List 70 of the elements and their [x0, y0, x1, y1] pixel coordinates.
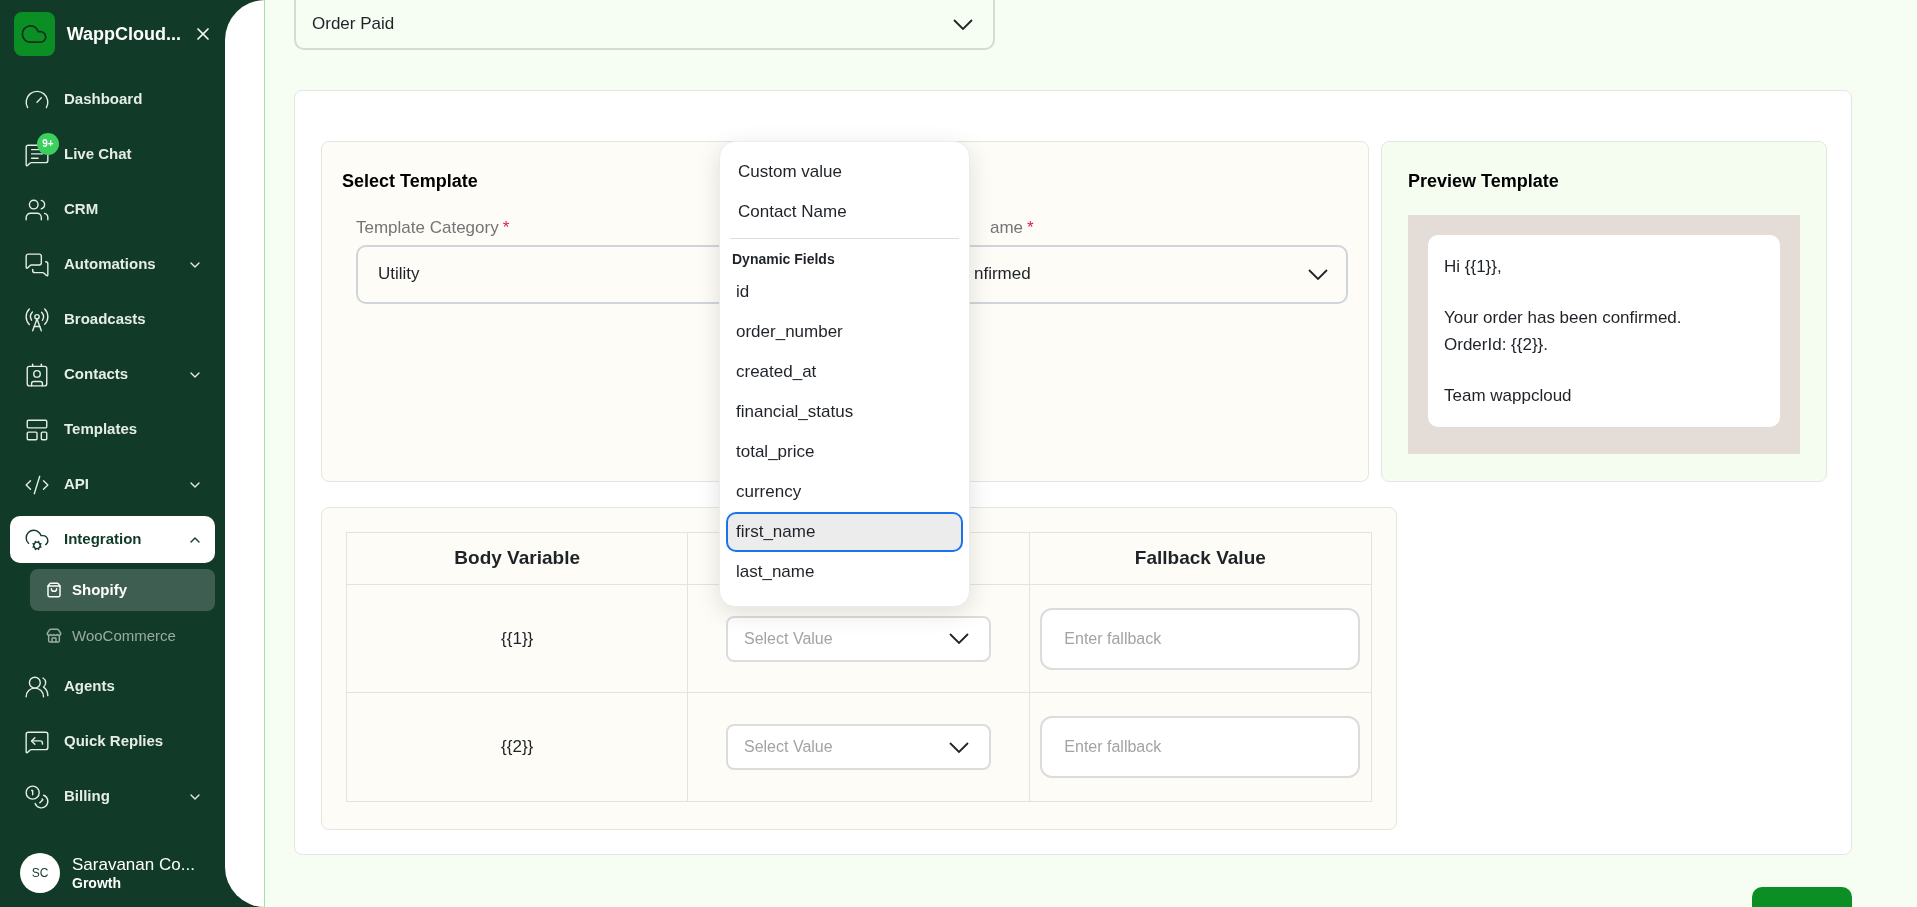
menu-option[interactable]: created_at [726, 352, 963, 392]
user-plan: Growth [72, 874, 122, 893]
panel-title: Preview Template [1408, 170, 1559, 193]
brand-name: WappCloud... [66, 22, 181, 46]
nav-item[interactable]: Integration [10, 516, 215, 563]
message-line: Hi {{1}}, [1444, 256, 1503, 278]
tower-icon [24, 306, 50, 333]
chevron-down-icon [1308, 268, 1328, 280]
trigger-select[interactable]: Order Paid [294, 0, 995, 50]
message-line: Team wappcloud [1444, 385, 1573, 407]
menu-option[interactable]: Custom value [728, 152, 961, 192]
chevron-down-icon [953, 18, 973, 30]
menu-option[interactable]: Contact Name [728, 192, 961, 232]
column-header: Body Variable [347, 533, 689, 585]
nav-label: Integration [64, 529, 142, 550]
coins-icon [24, 783, 50, 810]
message-line: Your order has been confirmed. [1444, 307, 1683, 329]
nav-label: CRM [64, 199, 99, 220]
nav-item[interactable]: Automations [10, 241, 215, 288]
user-name: Saravanan Co... [72, 853, 195, 875]
nav-item[interactable]: Broadcasts [10, 296, 215, 343]
fallback-field[interactable]: Enter fallback [1040, 607, 1361, 670]
nav-label: API [64, 474, 89, 495]
chevron-down-icon [949, 633, 969, 644]
bag-icon [46, 582, 62, 598]
nav-label: Broadcasts [64, 309, 146, 330]
menu-option[interactable]: currency [726, 472, 963, 512]
table-cell-text: {{1}} [501, 627, 534, 650]
nav-label: Contacts [64, 364, 129, 385]
nav-label: Automations [64, 254, 156, 275]
section-title: Dynamic Fields [731, 250, 836, 269]
table-cell-text: {{2}} [501, 736, 534, 759]
fallback-field[interactable]: Enter fallback [1040, 716, 1361, 778]
sub-nav-item[interactable]: Shopify [30, 569, 215, 611]
menu-option[interactable]: total_price [726, 432, 963, 472]
sub-nav-item[interactable]: WooCommerce [30, 615, 215, 657]
menu-option[interactable]: first_name [726, 512, 963, 552]
menu-option[interactable]: last_name [726, 552, 963, 592]
nav-item[interactable]: Quick Replies [10, 718, 215, 765]
required-mark: * [502, 218, 510, 237]
nav-item[interactable]: API [10, 461, 215, 508]
nav-item[interactable]: Dashboard [10, 76, 215, 123]
message-line: OrderId: {{2}}. [1444, 334, 1549, 356]
nav-label: Shopify [72, 579, 127, 600]
store-icon [46, 628, 62, 644]
nav-label: Dashboard [64, 89, 143, 110]
panel-title: Select Template [342, 170, 478, 193]
nav-item[interactable]: Billing [10, 773, 215, 820]
nav-item[interactable]: 9+ Live Chat [10, 131, 215, 178]
nav-label: WooCommerce [72, 625, 176, 646]
select-value: Order Paid [312, 13, 395, 36]
nav-label: Live Chat [64, 144, 132, 165]
messages-icon [24, 251, 50, 278]
nav-label: Billing [64, 786, 110, 807]
required-mark: * [1027, 218, 1034, 237]
nav-label: Agents [64, 676, 115, 697]
contact-icon [24, 361, 50, 388]
count-badge: 9+ [37, 132, 59, 155]
logo-icon [14, 12, 55, 56]
column-header: Fallback Value [1029, 533, 1371, 585]
nav-label: Quick Replies [64, 731, 164, 752]
nav-item[interactable]: Contacts [10, 351, 215, 398]
avatar: SC [20, 853, 60, 893]
menu-option[interactable]: financial_status [726, 392, 963, 432]
nav-item[interactable]: CRM [10, 186, 215, 233]
menu-option[interactable]: order_number [726, 312, 963, 352]
nav-label: Templates [64, 419, 138, 440]
nav-item[interactable]: Agents [10, 663, 215, 710]
nav-item[interactable]: Templates [10, 406, 215, 453]
chevron-down-icon [949, 741, 969, 753]
